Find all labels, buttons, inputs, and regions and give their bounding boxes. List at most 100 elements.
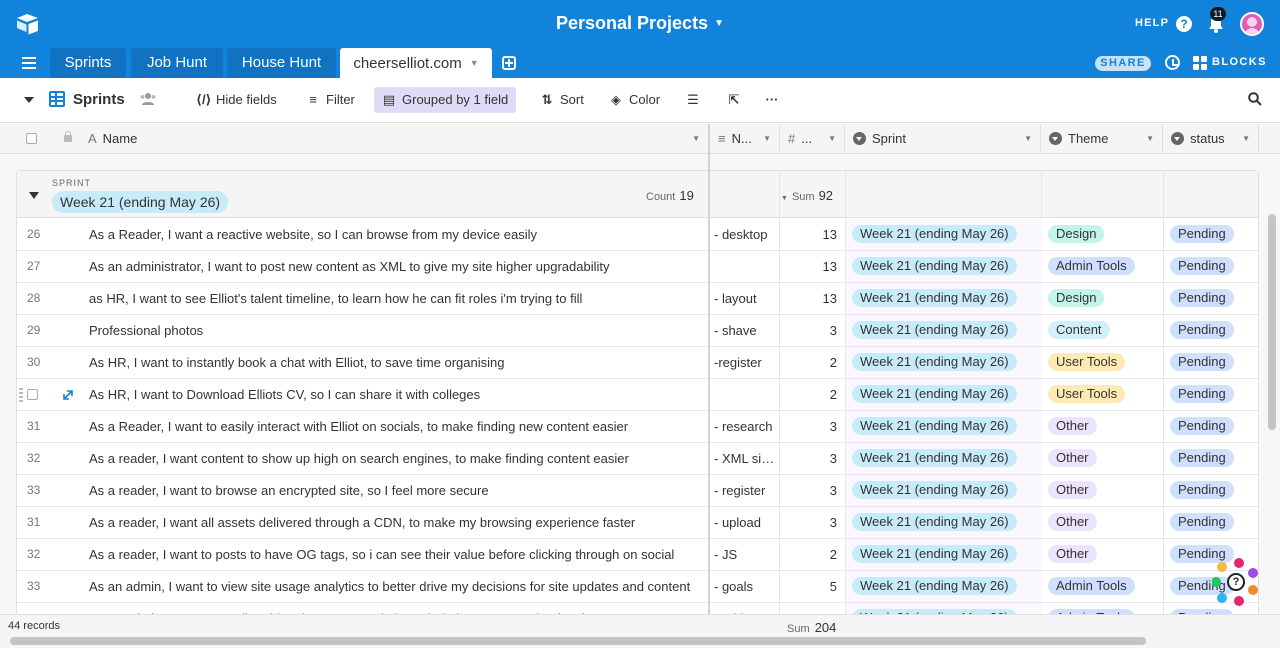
table-row[interactable]: 32 As a reader, I want content to show up… [17, 443, 1258, 475]
base-title[interactable]: Personal Projects ▼ [0, 13, 1280, 34]
points-cell[interactable]: 3 [783, 315, 841, 346]
sprint-cell[interactable]: Week 21 (ending May 26) [846, 603, 1042, 614]
status-cell[interactable]: Pending [1164, 219, 1258, 250]
footer-sum[interactable]: Sum 204 [787, 620, 836, 635]
tab-cheerselliot[interactable]: cheerselliot.com ▼ [340, 48, 492, 78]
theme-cell[interactable]: Admin Tools [1042, 571, 1164, 602]
avatar[interactable] [1240, 12, 1264, 36]
color-button[interactable]: ◈ Color [601, 87, 668, 113]
table-row[interactable]: As HR, I want to Download Elliots CV, so… [17, 379, 1258, 411]
points-cell[interactable]: 3 [783, 475, 841, 506]
share-button[interactable]: SHARE [1095, 56, 1151, 71]
name-cell[interactable]: Professional photos [89, 315, 707, 346]
name-cell[interactable]: As an admin, I want to view site usage a… [89, 571, 707, 602]
theme-cell[interactable]: Design [1042, 219, 1164, 250]
views-toggle-icon[interactable] [24, 97, 34, 103]
chevron-down-icon[interactable]: ▼ [781, 195, 788, 202]
more-options-button[interactable]: ··· [757, 87, 793, 113]
name-cell[interactable]: As a reader, I want to browse an encrypt… [89, 475, 707, 506]
theme-cell[interactable]: User Tools [1042, 347, 1164, 378]
notes-cell[interactable]: - research [714, 411, 776, 442]
sprint-cell[interactable]: Week 21 (ending May 26) [846, 411, 1042, 442]
points-cell[interactable]: 5 [783, 603, 841, 614]
name-cell[interactable]: as HR, I want to see Elliot's talent tim… [89, 283, 707, 314]
column-header-theme[interactable]: Theme ▼ [1041, 124, 1163, 154]
table-row[interactable]: 28 as HR, I want to see Elliot's talent t… [17, 283, 1258, 315]
status-cell[interactable]: Pending [1164, 251, 1258, 282]
notes-cell[interactable]: - layout [714, 283, 776, 314]
name-cell[interactable]: As an admin, I want to easily add and ma… [89, 603, 707, 614]
chevron-down-icon[interactable]: ▼ [828, 124, 836, 154]
help-icon[interactable]: ? [1176, 16, 1192, 32]
table-row[interactable]: 33 As a reader, I want to browse an encry… [17, 475, 1258, 507]
chevron-down-icon[interactable]: ▼ [1024, 124, 1032, 154]
chevron-down-icon[interactable]: ▼ [714, 18, 724, 29]
share-view-button[interactable]: ⇱ [719, 87, 755, 113]
notes-cell[interactable]: - register [714, 475, 776, 506]
table-row[interactable]: 33 As an admin, I want to view site usage… [17, 571, 1258, 603]
hide-fields-button[interactable]: ⟨/⟩ Hide fields [188, 87, 285, 113]
table-row[interactable]: 32 As a reader, I want to posts to have O… [17, 539, 1258, 571]
points-cell[interactable]: 13 [783, 283, 841, 314]
name-cell[interactable]: As an administrator, I want to post new … [89, 251, 707, 282]
table-row[interactable]: 29 Professional photos - shave 3 Week 21 (en… [17, 315, 1258, 347]
theme-cell[interactable]: Admin Tools [1042, 603, 1164, 614]
base-title-text[interactable]: Personal Projects [556, 13, 708, 33]
horizontal-scrollbar[interactable] [10, 637, 1146, 645]
points-cell[interactable]: 3 [783, 443, 841, 474]
status-cell[interactable]: Pending [1164, 507, 1258, 538]
table-row[interactable]: 26 As a Reader, I want a reactive website… [17, 219, 1258, 251]
chevron-down-icon[interactable]: ▼ [1242, 124, 1250, 154]
name-cell[interactable]: As HR, I want to instantly book a chat w… [89, 347, 707, 378]
status-cell[interactable]: Pending [1164, 443, 1258, 474]
notes-cell[interactable]: - goals [714, 571, 776, 602]
theme-cell[interactable]: Other [1042, 411, 1164, 442]
points-cell[interactable]: 3 [783, 507, 841, 538]
expand-record-icon[interactable] [63, 390, 73, 400]
sprint-cell[interactable]: Week 21 (ending May 26) [846, 347, 1042, 378]
chevron-down-icon[interactable]: ▼ [763, 124, 771, 154]
points-cell[interactable]: 2 [783, 379, 841, 410]
help-link[interactable]: HELP [1135, 17, 1169, 29]
sprint-cell[interactable]: Week 21 (ending May 26) [846, 507, 1042, 538]
select-all-checkbox[interactable] [26, 133, 37, 144]
notes-cell[interactable]: - JS [714, 539, 776, 570]
notes-cell[interactable]: - shave [714, 315, 776, 346]
row-height-button[interactable]: ☰ [678, 87, 714, 113]
sprint-cell[interactable]: Week 21 (ending May 26) [846, 475, 1042, 506]
tab-job-hunt[interactable]: Job Hunt [131, 48, 223, 78]
theme-cell[interactable]: Other [1042, 539, 1164, 570]
sprint-cell[interactable]: Week 21 (ending May 26) [846, 379, 1042, 410]
view-name[interactable]: Sprints [73, 91, 125, 108]
status-cell[interactable]: Pending [1164, 475, 1258, 506]
notes-cell[interactable] [714, 251, 776, 282]
menu-icon[interactable] [22, 57, 36, 69]
theme-cell[interactable]: Other [1042, 507, 1164, 538]
theme-cell[interactable]: Admin Tools [1042, 251, 1164, 282]
column-header-points[interactable]: #... ▼ [780, 124, 845, 154]
group-button[interactable]: ▤ Grouped by 1 field [374, 87, 517, 113]
notes-cell[interactable] [714, 379, 776, 410]
frozen-column-divider[interactable] [708, 124, 710, 648]
points-cell[interactable]: 13 [783, 251, 841, 282]
status-cell[interactable]: Pending [1164, 283, 1258, 314]
name-cell[interactable]: As a reader, I want all assets delivered… [89, 507, 707, 538]
sprint-cell[interactable]: Week 21 (ending May 26) [846, 251, 1042, 282]
column-header-status[interactable]: status ▼ [1163, 124, 1259, 154]
filter-button[interactable]: ≡ Filter [298, 87, 363, 113]
points-cell[interactable]: 2 [783, 347, 841, 378]
theme-cell[interactable]: Other [1042, 443, 1164, 474]
vertical-scrollbar[interactable] [1268, 214, 1276, 430]
notes-cell[interactable]: - XML sitemap [714, 443, 776, 474]
status-cell[interactable]: Pending [1164, 411, 1258, 442]
sprint-cell[interactable]: Week 21 (ending May 26) [846, 219, 1042, 250]
theme-cell[interactable]: Other [1042, 475, 1164, 506]
search-icon[interactable] [1248, 92, 1262, 106]
points-cell[interactable]: 5 [783, 571, 841, 602]
notes-cell[interactable]: - add tags [714, 603, 776, 614]
status-cell[interactable]: Pending [1164, 379, 1258, 410]
sprint-cell[interactable]: Week 21 (ending May 26) [846, 539, 1042, 570]
table-row[interactable]: 30 As HR, I want to instantly book a chat… [17, 347, 1258, 379]
theme-cell[interactable]: Design [1042, 283, 1164, 314]
column-header-name[interactable]: A Name ▼ [80, 124, 708, 154]
